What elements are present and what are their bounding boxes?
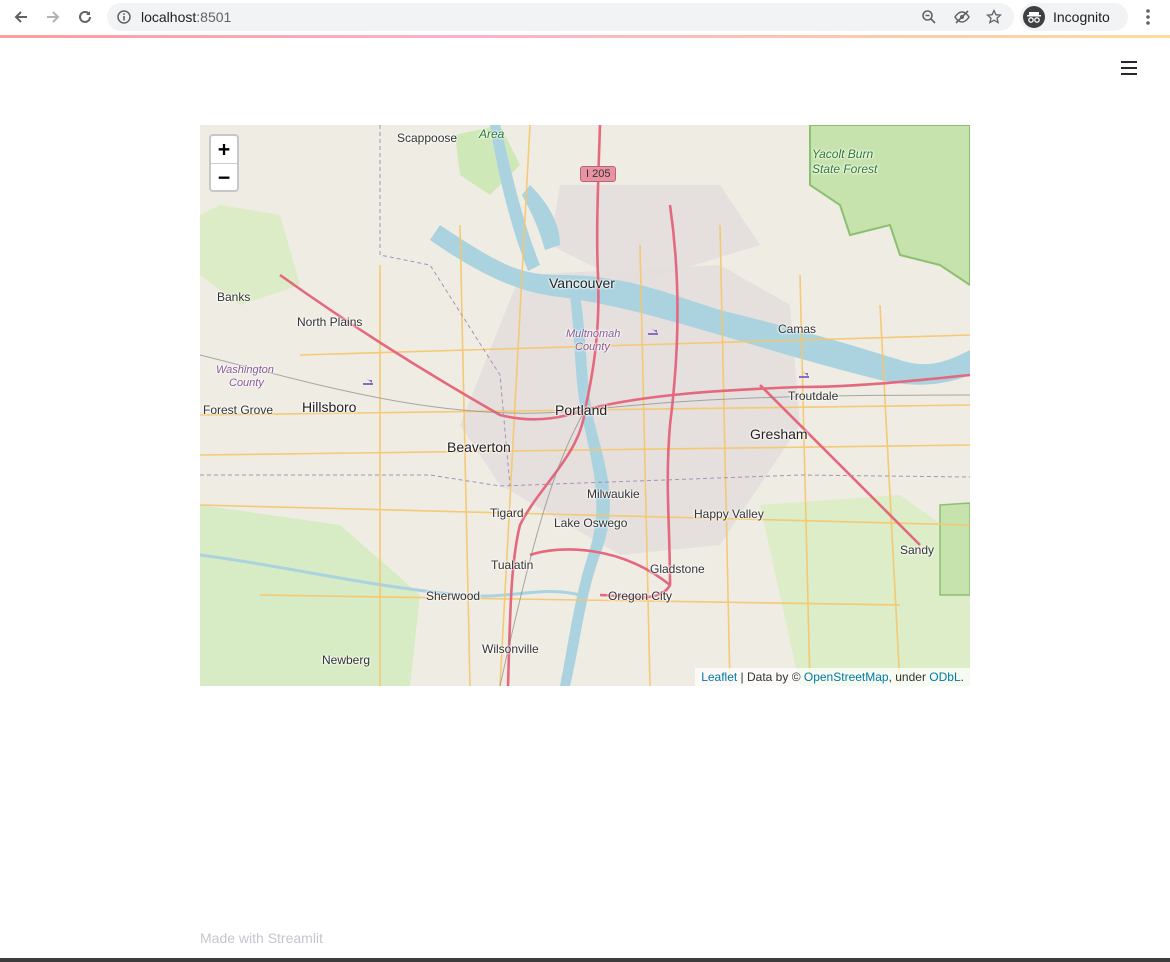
place-label: Portland bbox=[555, 402, 608, 418]
place-label: Vancouver bbox=[549, 275, 615, 291]
place-label: Area bbox=[479, 127, 505, 141]
reload-button[interactable] bbox=[72, 4, 98, 30]
place-label: Troutdale bbox=[788, 389, 839, 403]
openstreetmap-link[interactable]: OpenStreetMap bbox=[804, 670, 889, 684]
place-label: Sandy bbox=[900, 543, 935, 557]
place-label: Newberg bbox=[322, 653, 371, 667]
zoom-icon[interactable] bbox=[921, 9, 937, 25]
place-label: Sherwood bbox=[426, 589, 481, 603]
address-bar[interactable]: localhost:8501 bbox=[107, 3, 1014, 31]
leaflet-link[interactable]: Leaflet bbox=[701, 670, 737, 684]
reload-icon bbox=[79, 10, 91, 23]
place-label: Tualatin bbox=[491, 558, 534, 572]
highway-shield: I 205 bbox=[580, 166, 617, 182]
place-label: Tigard bbox=[490, 506, 524, 520]
main-menu-button[interactable] bbox=[1118, 58, 1142, 80]
place-label: Yacolt Burn bbox=[812, 147, 874, 161]
place-label: Happy Valley bbox=[694, 507, 764, 521]
browser-toolbar: localhost:8501 Incognito bbox=[0, 0, 1170, 35]
place-label: Multnomah bbox=[566, 328, 621, 340]
arrow-right-icon bbox=[47, 11, 60, 23]
incognito-icon bbox=[1023, 6, 1045, 28]
url-port: :8501 bbox=[196, 9, 232, 25]
place-label: Gresham bbox=[750, 426, 808, 442]
back-button[interactable] bbox=[8, 4, 34, 30]
leaflet-map[interactable]: Scappoose Area I 205 Yacolt Burn State F… bbox=[200, 125, 970, 686]
info-icon[interactable] bbox=[117, 10, 131, 24]
star-icon[interactable] bbox=[986, 9, 1002, 25]
hamburger-icon bbox=[1121, 61, 1137, 63]
place-label: Lake Oswego bbox=[554, 516, 628, 530]
place-label: State Forest bbox=[812, 162, 878, 176]
place-label: Camas bbox=[778, 322, 817, 336]
place-label: County bbox=[575, 341, 610, 353]
zoom-control: + − bbox=[209, 134, 239, 192]
place-label: Milwaukie bbox=[587, 487, 640, 501]
place-label: County bbox=[229, 377, 264, 389]
place-label: Beaverton bbox=[447, 439, 511, 455]
made-with-streamlit-link[interactable]: Made with Streamlit bbox=[200, 930, 323, 946]
place-label: Forest Grove bbox=[203, 403, 274, 417]
place-label: Washington bbox=[216, 364, 274, 376]
zoom-in-button[interactable]: + bbox=[211, 136, 237, 164]
place-label: Wilsonville bbox=[482, 642, 539, 656]
zoom-out-button[interactable]: − bbox=[211, 164, 237, 191]
place-label: Scappoose bbox=[397, 131, 458, 145]
odbl-link[interactable]: ODbL bbox=[929, 670, 960, 684]
attribution-text: . bbox=[960, 670, 964, 684]
more-vert-icon[interactable] bbox=[1138, 7, 1158, 27]
eye-off-icon[interactable] bbox=[954, 9, 970, 25]
place-label: Banks bbox=[217, 290, 251, 304]
attribution-text: , under bbox=[888, 670, 930, 684]
url-host: localhost bbox=[141, 9, 197, 25]
arrow-left-icon bbox=[14, 11, 27, 23]
map-attribution: Leaflet | Data by © OpenStreetMap, under… bbox=[695, 668, 970, 686]
incognito-profile-button[interactable]: Incognito bbox=[1020, 3, 1128, 31]
attribution-text: | Data by © bbox=[737, 670, 804, 684]
place-label: Oregon City bbox=[608, 589, 673, 603]
forward-button[interactable] bbox=[40, 4, 66, 30]
url-text: localhost:8501 bbox=[141, 9, 231, 25]
place-label: Hillsboro bbox=[302, 399, 357, 415]
profile-label: Incognito bbox=[1053, 9, 1110, 25]
streamlit-decoration-bar bbox=[0, 35, 1170, 38]
place-label: Gladstone bbox=[650, 562, 705, 576]
place-label: North Plains bbox=[297, 315, 363, 329]
window-bottom-border bbox=[0, 958, 1170, 962]
